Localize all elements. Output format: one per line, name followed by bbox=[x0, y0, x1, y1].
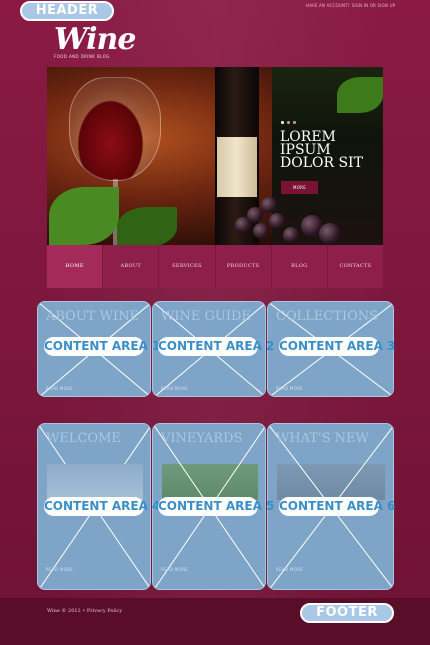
read-more-link[interactable]: READ MORE bbox=[46, 386, 73, 391]
content-area-title: WHAT'S NEW bbox=[276, 431, 369, 446]
main-nav: HOME ABOUT SERVICES PRODUCTS BLOG CONTAC… bbox=[47, 245, 383, 288]
grape-image bbox=[319, 223, 341, 245]
slider-dot[interactable] bbox=[293, 121, 296, 124]
grape-image bbox=[261, 197, 277, 213]
bottle-label-image bbox=[217, 137, 257, 197]
content-area-title: WELCOME bbox=[46, 431, 121, 446]
content-area-title: WINE GUIDE bbox=[161, 309, 251, 324]
nav-item-contacts[interactable]: CONTACTS bbox=[328, 245, 383, 288]
read-more-link[interactable]: READ MORE bbox=[276, 567, 303, 572]
content-area-label: CONTENT AREA 5 bbox=[158, 497, 274, 516]
grape-leaf-image bbox=[49, 187, 119, 245]
grape-image bbox=[253, 223, 269, 239]
read-more-link[interactable]: READ MORE bbox=[161, 567, 188, 572]
grape-leaf-image bbox=[117, 207, 177, 245]
slider-more-button[interactable]: MORE bbox=[281, 181, 318, 194]
read-more-link[interactable]: READ MORE bbox=[46, 567, 73, 572]
slider-dot[interactable] bbox=[281, 121, 284, 124]
account-links[interactable]: HAVE AN ACCOUNT? SIGN IN OR SIGN UP bbox=[306, 3, 426, 8]
grape-image bbox=[247, 207, 263, 223]
read-more-link[interactable]: READ MORE bbox=[276, 386, 303, 391]
content-area-title: VINEYARDS bbox=[161, 431, 243, 446]
content-area-label: CONTENT AREA 6 bbox=[279, 497, 395, 516]
grape-image bbox=[269, 213, 285, 229]
nav-item-blog[interactable]: BLOG bbox=[272, 245, 328, 288]
footer-copyright[interactable]: Wine © 2012 • Privacy Policy bbox=[47, 608, 122, 614]
site-tagline: FOOD AND DRINK BLOG bbox=[54, 54, 110, 59]
slider-caption: LOREM IPSUM DOLOR SIT bbox=[280, 129, 363, 171]
header-region-label: HEADER bbox=[20, 1, 114, 21]
site-logo[interactable]: Wine bbox=[54, 22, 136, 57]
nav-item-home[interactable]: HOME bbox=[47, 245, 104, 288]
content-area-label: CONTENT AREA 1 bbox=[44, 337, 160, 356]
grape-image bbox=[283, 227, 299, 243]
content-image bbox=[47, 464, 143, 500]
content-area-label: CONTENT AREA 4 bbox=[44, 497, 160, 516]
content-area-title: ABOUT WINE bbox=[46, 309, 139, 324]
read-more-link[interactable]: READ MORE bbox=[161, 386, 188, 391]
nav-item-services[interactable]: SERVICES bbox=[159, 245, 216, 288]
wine-glass-image bbox=[69, 77, 161, 181]
slider-dot[interactable] bbox=[287, 121, 290, 124]
footer-region-label: FOOTER bbox=[300, 603, 394, 623]
slider-pagination bbox=[281, 121, 296, 124]
content-area-label: CONTENT AREA 3 bbox=[279, 337, 395, 356]
nav-item-about[interactable]: ABOUT bbox=[103, 245, 160, 288]
content-area-title: COLLECTIONS bbox=[276, 309, 379, 324]
vine-leaf-image bbox=[337, 77, 383, 113]
nav-item-products[interactable]: PRODUCTS bbox=[216, 245, 272, 288]
content-area-label: CONTENT AREA 2 bbox=[158, 337, 274, 356]
